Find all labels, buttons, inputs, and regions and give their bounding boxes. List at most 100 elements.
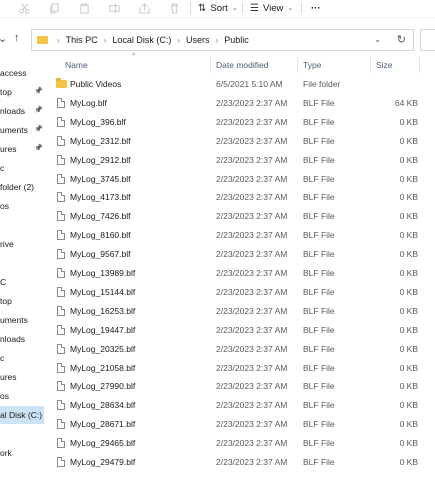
navigation-pane: access top 📌 nloads 📌 uments 📌 ures 📌 c folder (2… <box>0 60 46 480</box>
file-row[interactable]: MyLog_16253.blf 2/23/2023 2:37 AM BLF File… <box>52 302 435 321</box>
pin-icon: 📌 <box>34 88 43 95</box>
up-arrow-icon[interactable]: ↑ <box>14 32 20 44</box>
file-row[interactable]: MyLog_396.blf 2/23/2023 2:37 AM BLF File 0 … <box>52 113 435 132</box>
pin-icon: 📌 <box>34 126 43 133</box>
file-name: MyLog_29479.blf <box>70 457 136 467</box>
file-row[interactable]: MyLog_2312.blf 2/23/2023 2:37 AM BLF File 0… <box>52 132 435 151</box>
nav-item-label: access <box>0 68 27 78</box>
nav-item[interactable] <box>0 216 44 234</box>
file-name: MyLog_13989.blf <box>70 268 136 278</box>
file-name: MyLog_19447.blf <box>70 324 136 335</box>
nav-item[interactable]: nloads 📌 <box>0 102 44 120</box>
file-row[interactable]: MyLog_2912.blf 2/23/2023 2:37 AM BLF File 0… <box>52 151 435 170</box>
rename-icon[interactable] <box>106 1 122 15</box>
nav-item[interactable]: os <box>0 387 44 405</box>
file-icon <box>57 173 65 184</box>
column-divider[interactable] <box>210 57 211 73</box>
nav-item[interactable]: top 📌 <box>0 83 44 101</box>
file-row[interactable]: MyLog_28671.blf 2/23/2023 2:37 AM BLF File… <box>52 415 435 434</box>
file-row[interactable]: MyLog_19447.blf 2/23/2023 2:37 AM BLF File… <box>52 321 435 340</box>
file-icon <box>57 305 65 316</box>
file-size: 0 KB <box>399 305 418 316</box>
file-icon <box>57 419 65 430</box>
refresh-icon[interactable]: ↻ <box>397 33 406 46</box>
file-row[interactable]: MyLog_29479.blf 2/23/2023 2:37 AM BLF File… <box>52 453 435 472</box>
nav-item[interactable]: uments 📌 <box>0 121 44 139</box>
file-date-modified: 2/23/2023 2:37 AM <box>216 173 288 184</box>
nav-item[interactable] <box>0 425 44 443</box>
breadcrumb-users[interactable]: Users <box>186 35 210 45</box>
nav-item[interactable]: uments <box>0 311 44 329</box>
file-icon <box>57 135 65 146</box>
file-row[interactable]: MyLog_27990.blf 2/23/2023 2:37 AM BLF File… <box>52 377 435 396</box>
nav-item-label: os <box>0 201 9 211</box>
search-box[interactable] <box>420 29 435 51</box>
file-row[interactable]: MyLog.blf 2/23/2023 2:37 AM BLF File 64 KB <box>52 94 435 113</box>
breadcrumb-local-disk[interactable]: Local Disk (C:) <box>112 35 171 45</box>
paste-icon[interactable] <box>76 1 92 15</box>
column-divider[interactable] <box>419 57 420 73</box>
pin-icon: 📌 <box>34 107 43 114</box>
column-header-name[interactable]: Name <box>65 55 88 75</box>
file-row[interactable]: MyLog_7426.blf 2/23/2023 2:37 AM BLF File 0… <box>52 207 435 226</box>
column-header-type[interactable]: Type <box>303 55 321 75</box>
copy-icon[interactable] <box>46 1 62 15</box>
file-row[interactable]: MyLog_13989.blf 2/23/2023 2:37 AM BLF File… <box>52 264 435 283</box>
file-size: 0 KB <box>399 192 418 203</box>
column-header-date[interactable]: Date modified <box>216 55 268 75</box>
file-row[interactable]: MyLog_20325.blf 2/23/2023 2:37 AM BLF File… <box>52 340 435 359</box>
file-row[interactable]: Public Videos 6/5/2021 5:10 AM File folder <box>52 75 435 94</box>
file-type: BLF File <box>303 154 335 165</box>
more-options-button[interactable]: ··· <box>311 1 321 15</box>
trash-icon[interactable] <box>166 1 182 15</box>
nav-item[interactable]: c <box>0 159 44 177</box>
sort-button[interactable]: ⇅ Sort ⌄ <box>198 1 238 15</box>
nav-item[interactable]: rive <box>0 235 44 253</box>
file-date-modified: 2/23/2023 2:37 AM <box>216 116 288 127</box>
nav-item[interactable]: folder (2) <box>0 178 44 196</box>
column-header-size[interactable]: Size <box>376 55 393 75</box>
file-row[interactable]: MyLog_9567.blf 2/23/2023 2:37 AM BLF File 0… <box>52 245 435 264</box>
column-divider[interactable] <box>297 57 298 73</box>
share-icon[interactable] <box>136 1 152 15</box>
nav-item[interactable]: os <box>0 197 44 215</box>
address-dropdown-icon[interactable]: ⌄ <box>374 35 381 44</box>
file-row[interactable]: MyLog_4173.blf 2/23/2023 2:37 AM BLF File 0… <box>52 188 435 207</box>
breadcrumb-public[interactable]: Public <box>224 35 249 45</box>
nav-item[interactable]: nloads <box>0 330 44 348</box>
command-bar: ⇅ Sort ⌄ ☰ View ⌄ ··· <box>0 0 435 18</box>
nav-item-label: uments <box>0 315 28 325</box>
file-row[interactable]: MyLog_29465.blf 2/23/2023 2:37 AM BLF File… <box>52 434 435 453</box>
nav-item[interactable]: C <box>0 273 44 291</box>
scissors-icon[interactable] <box>16 1 32 15</box>
file-row[interactable]: MyLog_8160.blf 2/23/2023 2:37 AM BLF File 0… <box>52 226 435 245</box>
file-date-modified: 2/23/2023 2:37 AM <box>216 230 288 241</box>
file-date-modified: 2/23/2023 2:37 AM <box>216 381 288 392</box>
file-row[interactable]: MyLog_28634.blf 2/23/2023 2:37 AM BLF File… <box>52 396 435 415</box>
file-size: 0 KB <box>399 173 418 184</box>
chevron-down-icon[interactable]: ⌄ <box>0 32 7 45</box>
nav-item-label: ures <box>0 144 17 154</box>
nav-item[interactable] <box>0 254 44 272</box>
file-row[interactable]: MyLog_21058.blf 2/23/2023 2:37 AM BLF File… <box>52 359 435 378</box>
file-row[interactable]: MyLog_15144.blf 2/23/2023 2:37 AM BLF File… <box>52 283 435 302</box>
file-row[interactable]: MyLog_3745.blf 2/23/2023 2:37 AM BLF File 0… <box>52 170 435 189</box>
view-button[interactable]: ☰ View ⌄ <box>250 1 293 15</box>
nav-item[interactable]: ures 📌 <box>0 140 44 158</box>
nav-item-label: uments <box>0 125 28 135</box>
nav-item[interactable]: al Disk (C:) <box>0 406 44 424</box>
nav-item[interactable]: access <box>0 64 44 82</box>
file-size: 0 KB <box>399 343 418 354</box>
nav-item[interactable]: top <box>0 292 44 310</box>
file-icon <box>57 192 65 203</box>
file-name: MyLog_2912.blf <box>70 154 131 165</box>
chevron-down-icon: ⌄ <box>287 5 294 12</box>
breadcrumb-this-pc[interactable]: This PC <box>66 35 98 45</box>
nav-item[interactable]: c <box>0 349 44 367</box>
nav-item[interactable]: ork <box>0 444 44 462</box>
file-icon <box>57 249 65 260</box>
nav-item[interactable]: ures <box>0 368 44 386</box>
column-divider[interactable] <box>370 57 371 73</box>
address-bar[interactable]: › This PC › Local Disk (C:) › Users › Pu… <box>31 29 414 51</box>
chevron-right-icon: › <box>103 35 107 45</box>
